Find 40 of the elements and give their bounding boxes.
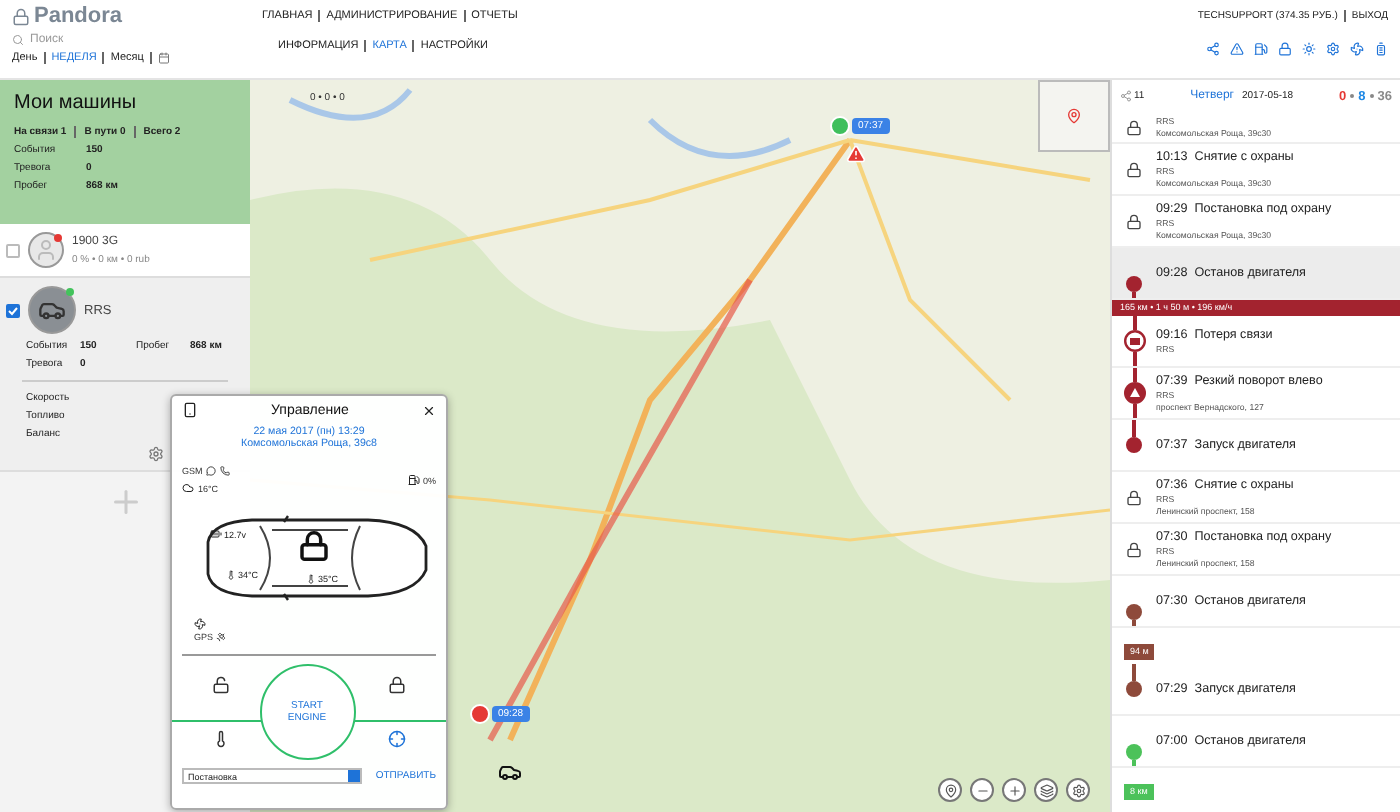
person-icon: [34, 238, 58, 262]
search-icon: [12, 34, 24, 46]
unlock-icon[interactable]: [211, 676, 230, 694]
sms-icon: [206, 466, 217, 476]
lock-icon[interactable]: [388, 676, 407, 694]
panel-title: Мои машины: [14, 92, 139, 114]
minimap-thumbnail[interactable]: [1038, 80, 1110, 152]
fuel-icon: [408, 474, 421, 486]
lock-icon: [1126, 213, 1142, 229]
cloud-icon: [182, 482, 194, 494]
car-checkbox[interactable]: [6, 303, 20, 317]
warning-icon[interactable]: [1230, 42, 1244, 56]
temperature-icon[interactable]: [211, 730, 230, 748]
lock-icon: [1126, 119, 1142, 135]
pin-icon: [1066, 108, 1082, 124]
pandora-logo: Pandora: [12, 4, 262, 28]
fuel-icon[interactable]: [1254, 42, 1268, 56]
thermometer-icon: [226, 570, 236, 580]
share-icon[interactable]: [1120, 90, 1132, 102]
lock-icon: [1126, 489, 1142, 505]
lock-icon: [1126, 161, 1142, 177]
car-checkbox[interactable]: [6, 243, 20, 257]
battery-icon[interactable]: [1374, 42, 1388, 56]
satellite-icon: [215, 632, 226, 642]
share-icon[interactable]: [1206, 42, 1220, 56]
sun-icon[interactable]: [1302, 42, 1316, 56]
phone-icon: [182, 402, 198, 418]
settings-icon[interactable]: [1326, 42, 1340, 56]
search-car-icon[interactable]: [388, 730, 407, 748]
fan-icon[interactable]: [1350, 42, 1364, 56]
lock-icon: [1126, 541, 1142, 557]
battery-icon: [210, 528, 222, 540]
settings-icon[interactable]: [148, 446, 164, 462]
warning-icon: [846, 144, 866, 164]
close-icon[interactable]: [421, 403, 436, 417]
calendar-icon[interactable]: [157, 52, 170, 64]
car-icon: [498, 760, 522, 784]
thermometer-icon: [306, 574, 316, 584]
fan-icon: [194, 618, 206, 630]
phone-icon: [220, 466, 231, 476]
